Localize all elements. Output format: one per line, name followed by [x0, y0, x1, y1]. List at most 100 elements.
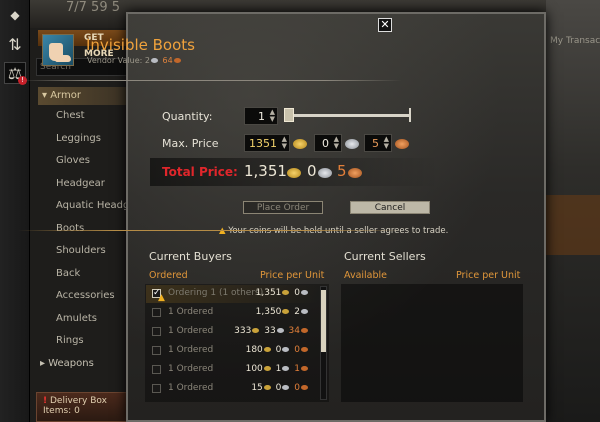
max-price-gold-value: 1351	[249, 137, 277, 150]
copper-coin-icon	[301, 328, 308, 333]
vendor-value-copper: 64	[162, 56, 173, 65]
gold-coin-icon	[293, 139, 307, 149]
buyer-ordered: Ordering 1 (1 others)	[168, 288, 264, 298]
divider	[18, 230, 402, 231]
stepper-arrows-icon[interactable]: ▲ ▼	[334, 136, 339, 150]
row-checkbox[interactable]	[152, 346, 161, 355]
buyer-row[interactable]: 1 Ordered 333 33 34	[146, 323, 318, 341]
sellers-list	[341, 284, 523, 402]
stepper-arrows-icon[interactable]: ▲ ▼	[384, 136, 389, 150]
silver-coin-icon	[318, 168, 332, 178]
my-transactions-tab[interactable]: My Transactions	[550, 36, 600, 46]
max-price-silver-field[interactable]: 0 ▲ ▼	[314, 134, 342, 152]
currency-exchange-icon[interactable]: ⇅	[4, 34, 26, 56]
silver-coin-icon	[150, 58, 158, 63]
buyers-scrollbar-thumb[interactable]	[321, 290, 326, 352]
category-armor[interactable]: ▾ Armor	[38, 87, 130, 105]
divider	[18, 80, 402, 81]
copper-coin-icon	[348, 168, 362, 178]
buyer-row[interactable]: 1 Ordered 15 0 0	[146, 380, 318, 398]
delivery-box[interactable]: ! Delivery Box Items: 0	[36, 392, 136, 422]
buyer-ordered: 1 Ordered	[168, 383, 214, 393]
delivery-box-title: Delivery Box	[49, 396, 107, 406]
gold-coin-icon	[282, 290, 290, 295]
copper-coin-icon	[395, 139, 409, 149]
silver-coin-icon	[282, 366, 290, 371]
total-price-silver: 0	[307, 162, 317, 180]
background-decoration	[546, 195, 600, 255]
copper-coin-icon	[301, 366, 308, 371]
max-price-copper-field[interactable]: 5 ▲ ▼	[364, 134, 392, 152]
vendor-value: Vendor Value: 2 64	[87, 56, 183, 65]
max-price-copper-value: 5	[372, 137, 379, 150]
quantity-slider-end	[409, 108, 411, 122]
price-copper: 0	[294, 383, 300, 393]
item-name: Invisible Boots	[86, 36, 195, 54]
sellers-col-available: Available	[344, 270, 388, 281]
cancel-button[interactable]: Cancel	[350, 201, 430, 214]
price-copper: 1	[294, 364, 300, 374]
quantity-label: Quantity:	[162, 110, 213, 123]
coins-held-warning: ▲ Your coins will be held until a seller…	[219, 226, 448, 236]
current-buyers-title: Current Buyers	[149, 250, 232, 263]
price-gold: 1,351	[255, 288, 282, 298]
vendor-value-silver: 2	[144, 56, 150, 65]
price-gold: 15	[251, 383, 263, 393]
max-price-gold-field[interactable]: 1351 ▲ ▼	[244, 134, 290, 152]
price-gold: 100	[245, 364, 263, 374]
copper-coin-icon	[173, 58, 181, 63]
price-silver: 33	[264, 326, 276, 336]
silver-coin-icon	[345, 139, 359, 149]
warning-icon: ▲	[158, 293, 165, 303]
gem-store-icon[interactable]: ◆	[4, 4, 26, 26]
price-gold: 180	[245, 345, 263, 355]
row-checkbox[interactable]	[152, 327, 161, 336]
quantity-slider-handle[interactable]	[284, 108, 294, 122]
price-gold: 333	[234, 326, 252, 336]
category-weapons[interactable]: ▸ Weapons	[40, 358, 94, 369]
silver-coin-icon	[282, 385, 290, 390]
buyer-row-own-order[interactable]: ✓ ▲ Ordering 1 (1 others) 1,351 0	[146, 285, 318, 303]
gold-coin-icon	[287, 168, 301, 178]
buyers-col-ordered: Ordered	[149, 270, 188, 281]
gold-coin-icon	[263, 347, 271, 352]
sellers-col-price: Price per Unit	[456, 270, 521, 281]
price-silver: 1	[275, 364, 282, 374]
copper-coin-icon	[301, 385, 308, 390]
gold-coin-icon	[282, 309, 290, 314]
buyer-row[interactable]: 1 Ordered 180 0 0	[146, 342, 318, 360]
quantity-stepper[interactable]: 1 ▲ ▼	[244, 107, 278, 125]
stepper-arrows-icon[interactable]: ▲ ▼	[270, 109, 275, 123]
buyer-row[interactable]: 1 Ordered 1,350 2	[146, 304, 318, 322]
gold-coin-icon	[263, 366, 271, 371]
close-button[interactable]: ✕	[378, 18, 392, 32]
price-silver: 0	[275, 345, 282, 355]
left-rail: ◆ ⇅ ⚖!	[0, 0, 30, 422]
buyer-price: 333 33 34	[234, 326, 310, 336]
stepper-arrows-icon[interactable]: ▲ ▼	[282, 136, 287, 150]
total-price-copper: 5	[337, 162, 347, 180]
buyer-price: 1,351 0	[256, 288, 310, 298]
silver-coin-icon	[301, 309, 308, 314]
vendor-value-label: Vendor Value:	[87, 56, 143, 65]
row-checkbox[interactable]	[152, 384, 161, 393]
buyer-price: 100 1 1	[246, 364, 310, 374]
warning-icon: ▲	[219, 226, 226, 236]
quantity-slider-track[interactable]	[290, 114, 410, 117]
row-checkbox[interactable]	[152, 308, 161, 317]
category-armor-label: Armor	[50, 90, 81, 101]
buyer-ordered: 1 Ordered	[168, 345, 214, 355]
buyer-row[interactable]: 1 Ordered 100 1 1	[146, 361, 318, 379]
buyer-price: 180 0 0	[246, 345, 310, 355]
price-copper: 34	[288, 326, 300, 336]
price-silver: 0	[275, 383, 282, 393]
coins-held-warning-text: Your coins will be held until a seller a…	[228, 226, 449, 236]
gold-coin-icon	[263, 385, 271, 390]
total-price-label: Total Price:	[162, 165, 238, 179]
buyer-price: 1,350 2	[256, 307, 310, 317]
place-order-button[interactable]: Place Order	[243, 201, 323, 214]
copper-coin-icon	[301, 347, 308, 352]
buyer-ordered: 1 Ordered	[168, 307, 214, 317]
row-checkbox[interactable]	[152, 365, 161, 374]
quantity-value: 1	[258, 110, 265, 123]
